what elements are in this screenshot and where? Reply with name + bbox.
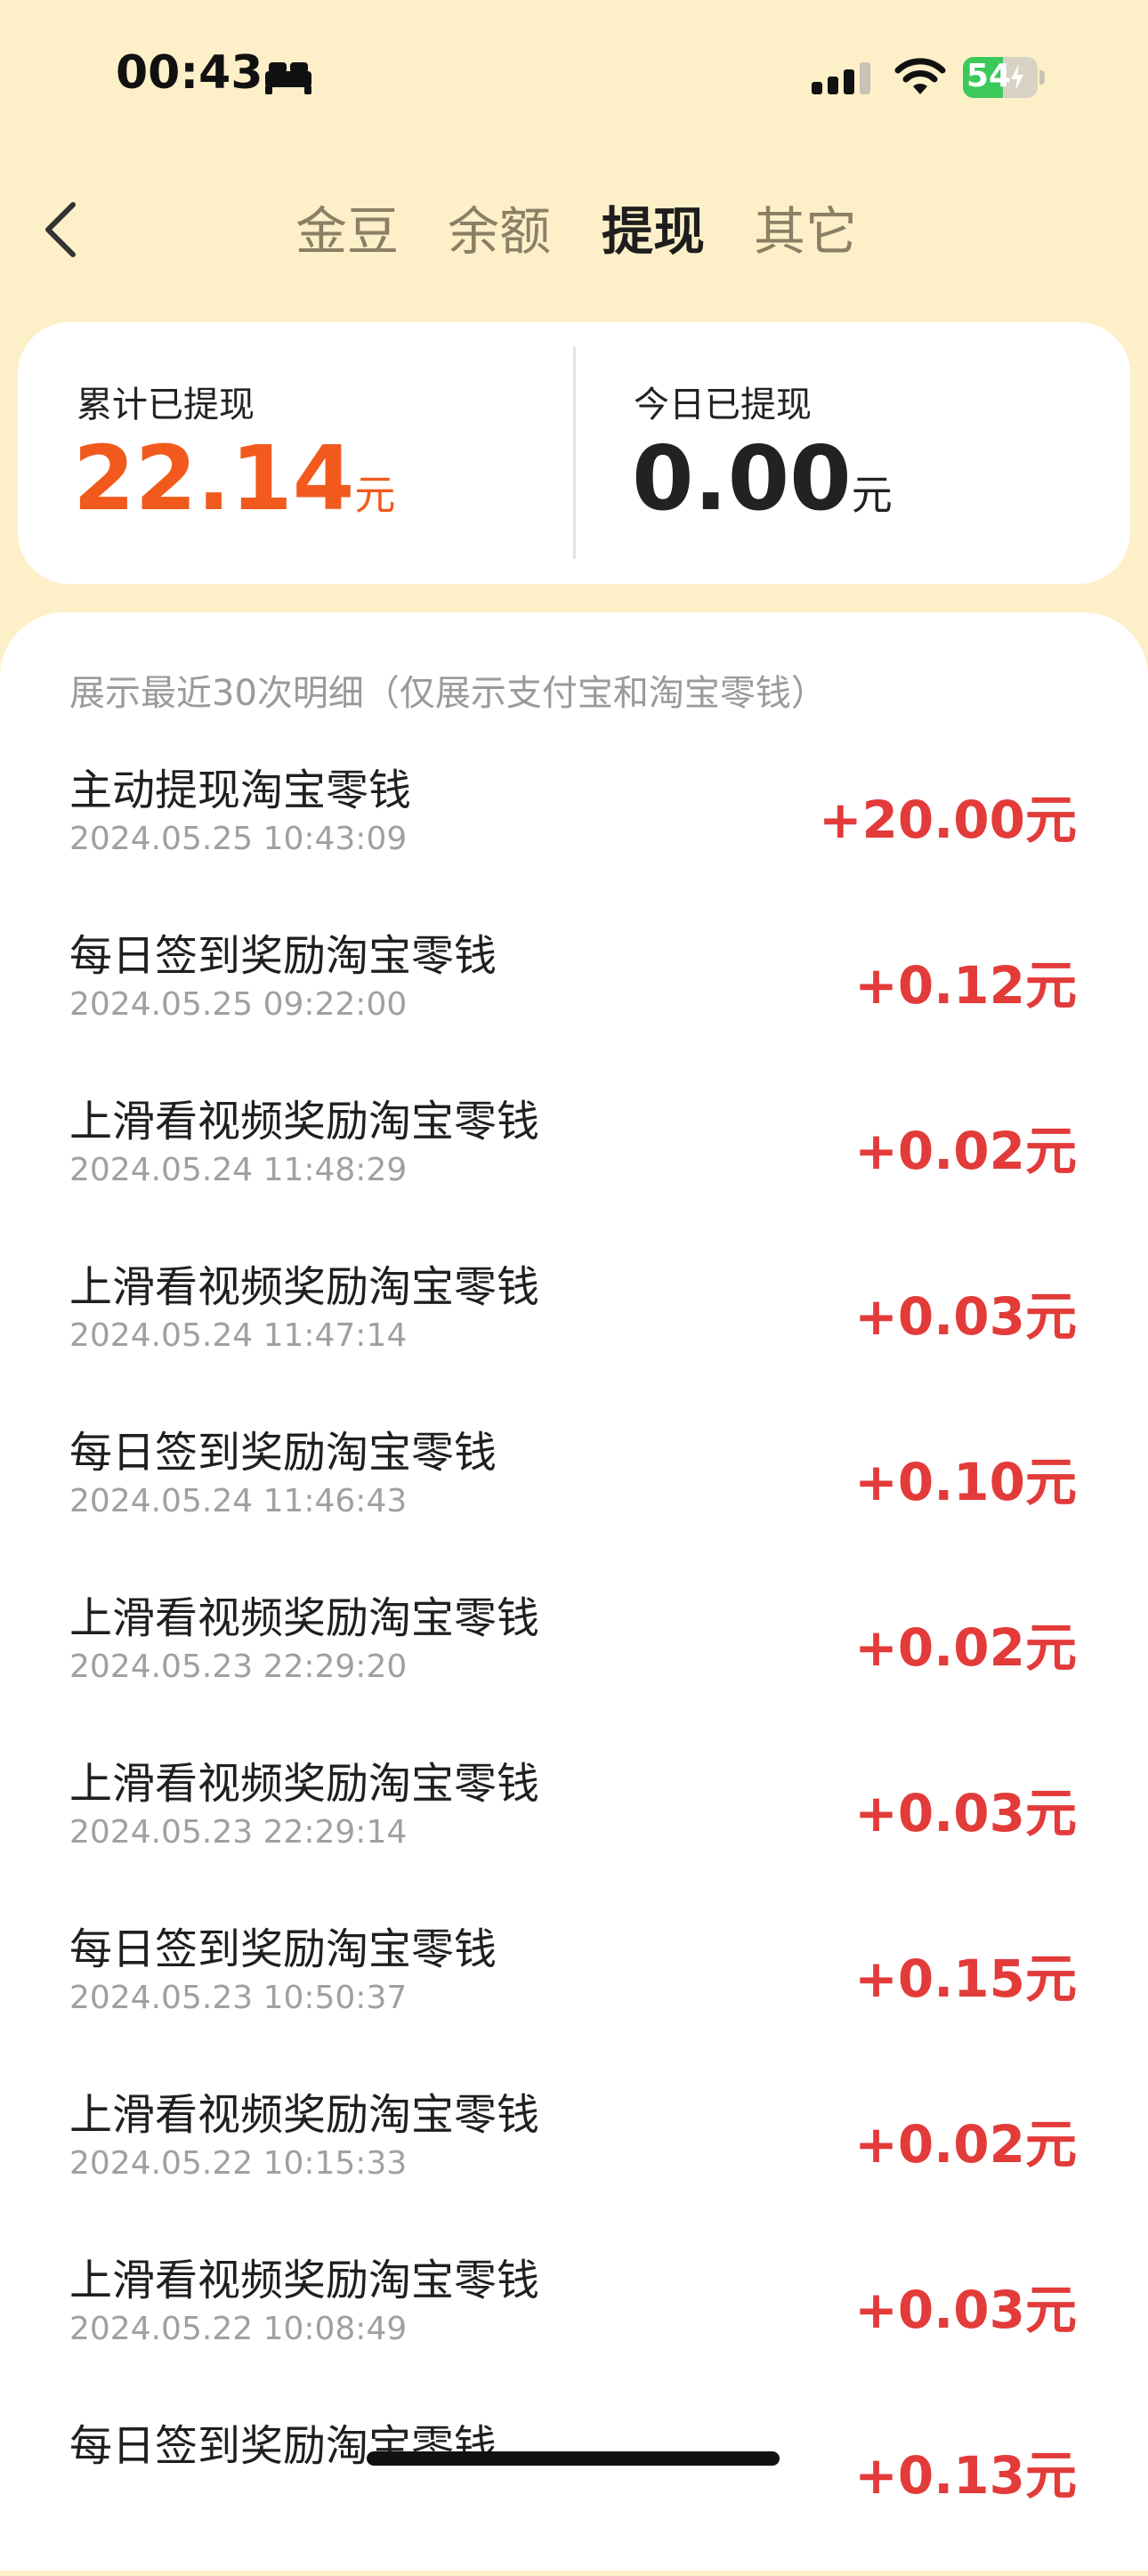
record-time: 2024.05.23 10:50:37 (69, 1980, 408, 2016)
record-title: 上滑看视频奖励淘宝零钱 (69, 2090, 540, 2140)
record-title: 上滑看视频奖励淘宝零钱 (69, 1759, 540, 1809)
total-withdrawn-label: 累计已提现 (77, 385, 255, 425)
home-indicator[interactable] (367, 2451, 780, 2466)
tab-withdraw[interactable]: 提现 (602, 196, 705, 267)
record-amount: +0.10元 (854, 1452, 1077, 1512)
record-amount: +0.12元 (854, 955, 1077, 1016)
today-withdrawn-unit: 元 (851, 471, 893, 519)
total-withdrawn-amount: 22.14元 (73, 434, 395, 523)
battery-body: 54 (963, 57, 1038, 98)
record-amount: +0.15元 (854, 1948, 1077, 2009)
record-row: 上滑看视频奖励淘宝零钱 2024.05.23 22:29:14 +0.03元 (0, 1748, 1148, 1914)
tab-gold-beans[interactable]: 金豆 (295, 196, 399, 267)
wifi-icon (894, 58, 946, 94)
status-time: 00:43 (116, 46, 263, 100)
record-row: 上滑看视频奖励淘宝零钱 2024.05.24 11:48:29 +0.02元 (0, 1086, 1148, 1252)
record-time: 2024.05.23 22:29:20 (69, 1648, 408, 1685)
tab-other[interactable]: 其它 (754, 196, 857, 267)
record-time: 2024.05.22 10:15:33 (69, 2145, 408, 2182)
record-amount: +0.02元 (854, 2114, 1077, 2175)
record-title: 每日签到奖励淘宝零钱 (69, 1428, 497, 1478)
record-amount: +0.03元 (854, 2280, 1077, 2340)
record-row: 上滑看视频奖励淘宝零钱 2024.05.24 11:47:14 +0.03元 (0, 1252, 1148, 1417)
withdraw-summary-card: 累计已提现 22.14元 今日已提现 0.00元 (18, 322, 1130, 584)
record-amount: +0.13元 (854, 2445, 1077, 2506)
record-amount: +0.02元 (854, 1121, 1077, 1181)
record-row: 主动提现淘宝零钱 2024.05.25 10:43:09 +20.00元 (0, 755, 1148, 920)
record-title: 上滑看视频奖励淘宝零钱 (69, 1593, 540, 1643)
record-time: 2024.05.24 11:46:43 (69, 1483, 408, 1519)
record-time: 2024.05.25 10:43:09 (69, 821, 408, 857)
back-chevron-icon[interactable] (27, 194, 98, 265)
record-title: 上滑看视频奖励淘宝零钱 (69, 1097, 540, 1146)
summary-divider (573, 347, 576, 559)
record-row: 每日签到奖励淘宝零钱 2024.05.24 11:46:43 +0.10元 (0, 1417, 1148, 1583)
record-amount: +20.00元 (818, 790, 1077, 850)
record-amount: +0.03元 (854, 1783, 1077, 1843)
charging-bolt-icon (1011, 64, 1023, 91)
record-title: 主动提现淘宝零钱 (69, 766, 412, 815)
record-title: 每日签到奖励淘宝零钱 (69, 931, 497, 981)
records-note: 展示最近30次明细（仅展示支付宝和淘宝零钱） (69, 673, 827, 714)
top-navigation: 金豆 余额 提现 其它 (0, 169, 1148, 285)
battery-level-text: 54 (966, 58, 1012, 94)
status-bar: 00:43 54 (0, 0, 1148, 151)
total-withdrawn-value: 22.14 (73, 426, 355, 531)
cellular-signal-icon (812, 62, 870, 94)
withdraw-records-card: 展示最近30次明细（仅展示支付宝和淘宝零钱） 主动提现淘宝零钱 2024.05.… (0, 612, 1148, 2571)
today-withdrawn-label: 今日已提现 (634, 385, 812, 425)
total-withdrawn-unit: 元 (354, 471, 396, 519)
records-list: 主动提现淘宝零钱 2024.05.25 10:43:09 +20.00元 每日签… (0, 755, 1148, 2576)
record-time: 2024.05.24 11:48:29 (69, 1152, 408, 1188)
record-row: 上滑看视频奖励淘宝零钱 2024.05.22 10:08:49 +0.03元 (0, 2245, 1148, 2410)
record-row: 每日签到奖励淘宝零钱 2024.05.23 10:50:37 +0.15元 (0, 1914, 1148, 2079)
battery-cap (1039, 70, 1045, 85)
record-amount: +0.02元 (854, 1617, 1077, 1678)
record-row: 上滑看视频奖励淘宝零钱 2024.05.23 22:29:20 +0.02元 (0, 1583, 1148, 1748)
record-row: 上滑看视频奖励淘宝零钱 2024.05.22 10:15:33 +0.02元 (0, 2079, 1148, 2245)
record-row: 每日签到奖励淘宝零钱 2024.05.25 09:22:00 +0.12元 (0, 920, 1148, 1086)
record-row: 每日签到奖励淘宝零钱 +0.13元 (0, 2410, 1148, 2576)
tab-balance[interactable]: 余额 (448, 196, 551, 267)
record-title: 上滑看视频奖励淘宝零钱 (69, 2256, 540, 2305)
today-withdrawn-amount: 0.00元 (632, 434, 893, 523)
record-time: 2024.05.22 10:08:49 (69, 2311, 408, 2347)
battery-indicator: 54 (963, 57, 1045, 98)
today-withdrawn-value: 0.00 (632, 426, 852, 531)
record-time: 2024.05.24 11:47:14 (69, 1317, 408, 1354)
record-amount: +0.03元 (854, 1286, 1077, 1347)
record-time: 2024.05.23 22:29:14 (69, 1814, 408, 1851)
sleep-focus-icon (265, 62, 311, 94)
record-title: 每日签到奖励淘宝零钱 (69, 1924, 497, 1974)
record-title: 上滑看视频奖励淘宝零钱 (69, 1262, 540, 1312)
record-time: 2024.05.25 09:22:00 (69, 986, 408, 1023)
